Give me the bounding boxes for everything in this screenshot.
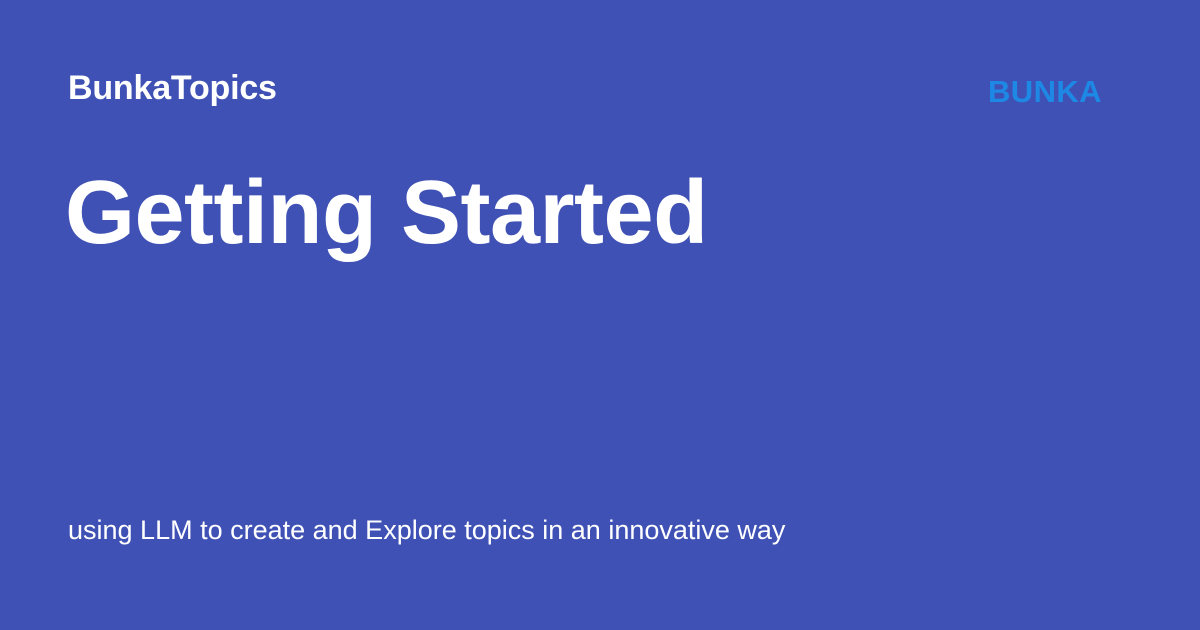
page-description: using LLM to create and Explore topics i… — [68, 515, 786, 545]
page-title: Getting Started — [65, 163, 708, 263]
social-card: BunkaTopics BUNKA Getting Started using … — [0, 0, 1200, 630]
bunka-logo: BUNKA — [988, 74, 1102, 109]
site-name: BunkaTopics — [68, 69, 277, 107]
